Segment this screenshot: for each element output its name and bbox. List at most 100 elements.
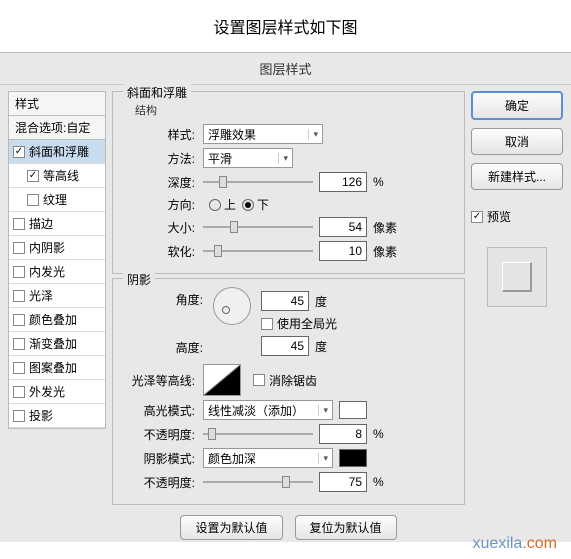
- right-buttons: 确定 取消 新建样式... 预览: [471, 91, 563, 540]
- shadow-color-swatch[interactable]: [339, 449, 367, 467]
- up-label: 上: [224, 196, 236, 213]
- shading-group: 阴影 角度: 高度: 45 度 使用全局光: [112, 278, 465, 505]
- cancel-button[interactable]: 取消: [471, 128, 563, 155]
- gloss-contour-picker[interactable]: [203, 364, 241, 396]
- chevron-down-icon: ▾: [308, 129, 318, 140]
- structure-legend: 斜面和浮雕: [123, 84, 191, 101]
- sidebar-item-8[interactable]: 渐变叠加: [9, 332, 105, 356]
- sidebar-item-6[interactable]: 光泽: [9, 284, 105, 308]
- sidebar-item-3[interactable]: 描边: [9, 212, 105, 236]
- sidebar-item-5[interactable]: 内发光: [9, 260, 105, 284]
- direction-up-radio[interactable]: [209, 199, 221, 211]
- page-title: 设置图层样式如下图: [0, 0, 571, 52]
- sidebar-checkbox[interactable]: [27, 194, 39, 206]
- antialias-checkbox[interactable]: [253, 374, 265, 386]
- size-label: 大小:: [121, 219, 195, 236]
- sidebar-checkbox[interactable]: [13, 362, 25, 374]
- sidebar-item-label: 颜色叠加: [29, 311, 77, 328]
- soften-label: 软化:: [121, 243, 195, 260]
- method-select[interactable]: 平滑▾: [203, 148, 293, 168]
- altitude-unit: 度: [315, 338, 327, 355]
- sidebar-checkbox[interactable]: [13, 314, 25, 326]
- sidebar-checkbox[interactable]: [13, 266, 25, 278]
- sidebar-item-label: 内阴影: [29, 239, 65, 256]
- angle-label: 角度:: [121, 291, 203, 308]
- depth-input[interactable]: 126: [319, 172, 367, 192]
- depth-slider[interactable]: [203, 175, 313, 189]
- sidebar-checkbox[interactable]: [27, 170, 39, 182]
- size-unit: 像素: [373, 219, 397, 236]
- sidebar-item-1[interactable]: 等高线: [9, 164, 105, 188]
- sidebar-item-label: 斜面和浮雕: [29, 143, 89, 160]
- sidebar-item-9[interactable]: 图案叠加: [9, 356, 105, 380]
- highlight-opacity-slider[interactable]: [203, 427, 313, 441]
- sidebar-item-0[interactable]: 斜面和浮雕: [9, 140, 105, 164]
- soften-slider[interactable]: [203, 244, 313, 258]
- blend-options[interactable]: 混合选项:自定: [8, 115, 106, 139]
- size-slider[interactable]: [203, 220, 313, 234]
- highlight-opacity-input[interactable]: 8: [319, 424, 367, 444]
- direction-label: 方向:: [121, 196, 195, 213]
- altitude-input[interactable]: 45: [261, 336, 309, 356]
- method-label: 方法:: [121, 150, 195, 167]
- sidebar-checkbox[interactable]: [13, 290, 25, 302]
- sidebar-checkbox[interactable]: [13, 410, 25, 422]
- style-sidebar: 样式 混合选项:自定 斜面和浮雕等高线纹理描边内阴影内发光光泽颜色叠加渐变叠加图…: [8, 91, 106, 540]
- sidebar-checkbox[interactable]: [13, 386, 25, 398]
- shadow-opacity-label: 不透明度:: [121, 474, 195, 491]
- chevron-down-icon: ▾: [318, 453, 328, 464]
- layer-style-dialog: 图层样式 样式 混合选项:自定 斜面和浮雕等高线纹理描边内阴影内发光光泽颜色叠加…: [0, 52, 571, 542]
- highlight-color-swatch[interactable]: [339, 401, 367, 419]
- global-light-label: 使用全局光: [277, 315, 337, 332]
- sidebar-item-label: 内发光: [29, 263, 65, 280]
- sidebar-item-4[interactable]: 内阴影: [9, 236, 105, 260]
- sidebar-item-7[interactable]: 颜色叠加: [9, 308, 105, 332]
- reset-default-button[interactable]: 复位为默认值: [295, 515, 397, 540]
- sidebar-item-label: 光泽: [29, 287, 53, 304]
- highlight-mode-select[interactable]: 线性减淡（添加）▾: [203, 400, 333, 420]
- angle-unit: 度: [315, 293, 327, 310]
- depth-label: 深度:: [121, 174, 195, 191]
- altitude-label: 高度:: [121, 339, 203, 356]
- style-label: 样式:: [121, 126, 195, 143]
- shading-legend: 阴影: [123, 271, 155, 288]
- preview-thumbnail: [487, 247, 547, 307]
- new-style-button[interactable]: 新建样式...: [471, 163, 563, 190]
- angle-dial[interactable]: [213, 287, 251, 325]
- sidebar-item-label: 等高线: [43, 167, 79, 184]
- shadow-opacity-input[interactable]: 75: [319, 472, 367, 492]
- shadow-mode-select[interactable]: 颜色加深▾: [203, 448, 333, 468]
- sidebar-checkbox[interactable]: [13, 242, 25, 254]
- angle-input[interactable]: 45: [261, 291, 309, 311]
- antialias-label: 消除锯齿: [269, 372, 317, 389]
- sidebar-item-2[interactable]: 纹理: [9, 188, 105, 212]
- chevron-down-icon: ▾: [318, 405, 328, 416]
- main-panel: 斜面和浮雕 结构 样式: 浮雕效果▾ 方法: 平滑▾ 深度: 126 %: [112, 91, 465, 540]
- highlight-mode-label: 高光模式:: [121, 402, 195, 419]
- size-input[interactable]: 54: [319, 217, 367, 237]
- highlight-opacity-unit: %: [373, 427, 384, 441]
- structure-group: 斜面和浮雕 结构 样式: 浮雕效果▾ 方法: 平滑▾ 深度: 126 %: [112, 91, 465, 274]
- sidebar-item-label: 外发光: [29, 383, 65, 400]
- watermark: xuexila.com: [473, 535, 557, 553]
- style-select[interactable]: 浮雕效果▾: [203, 124, 323, 144]
- sidebar-item-label: 图案叠加: [29, 359, 77, 376]
- sidebar-item-11[interactable]: 投影: [9, 404, 105, 428]
- sidebar-item-10[interactable]: 外发光: [9, 380, 105, 404]
- shadow-opacity-unit: %: [373, 475, 384, 489]
- dialog-title: 图层样式: [0, 53, 571, 85]
- sidebar-checkbox[interactable]: [13, 146, 25, 158]
- direction-down-radio[interactable]: [242, 199, 254, 211]
- sidebar-item-label: 投影: [29, 407, 53, 424]
- sidebar-checkbox[interactable]: [13, 338, 25, 350]
- sidebar-checkbox[interactable]: [13, 218, 25, 230]
- preview-checkbox[interactable]: [471, 211, 483, 223]
- sidebar-item-label: 渐变叠加: [29, 335, 77, 352]
- shadow-opacity-slider[interactable]: [203, 475, 313, 489]
- preview-label: 预览: [487, 208, 511, 225]
- make-default-button[interactable]: 设置为默认值: [180, 515, 282, 540]
- global-light-checkbox[interactable]: [261, 318, 273, 330]
- ok-button[interactable]: 确定: [471, 91, 563, 120]
- sidebar-item-label: 描边: [29, 215, 53, 232]
- soften-input[interactable]: 10: [319, 241, 367, 261]
